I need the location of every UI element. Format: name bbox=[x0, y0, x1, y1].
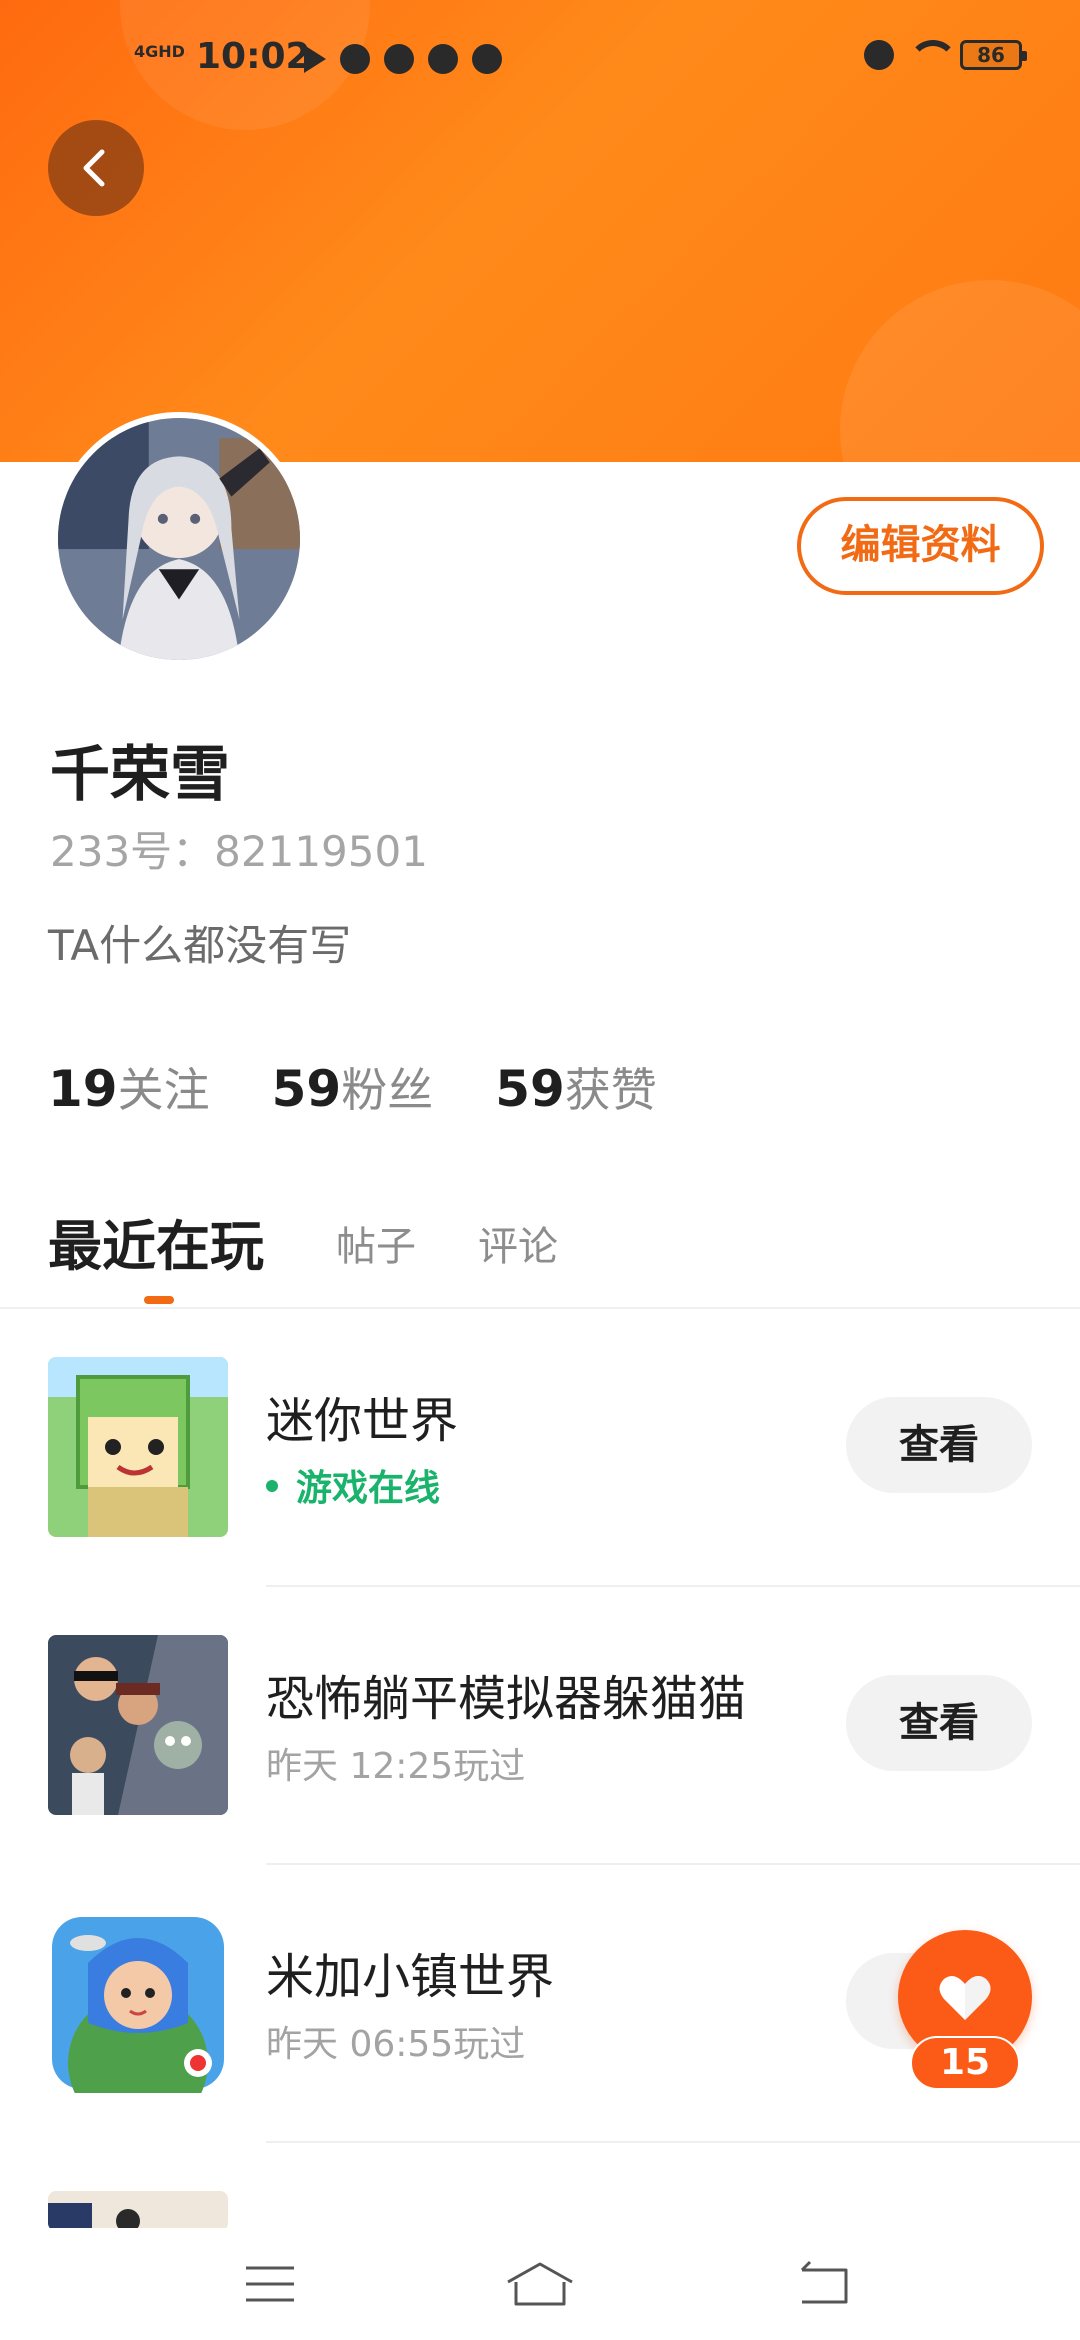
game-icon-image bbox=[48, 1913, 228, 2093]
online-dot-icon bbox=[266, 1480, 278, 1492]
home-icon[interactable] bbox=[504, 2256, 576, 2312]
stat-number: 59 bbox=[271, 1060, 342, 1118]
stat-followers[interactable]: 59粉丝 bbox=[272, 1054, 434, 1120]
profile-id: 233号：82119501 bbox=[50, 827, 428, 876]
profile-tabs: 最近在玩 帖子 评论 bbox=[48, 1202, 1048, 1312]
tab-posts[interactable]: 帖子 bbox=[336, 1214, 416, 1272]
stat-label: 关注 bbox=[117, 1063, 210, 1117]
avatar[interactable] bbox=[52, 412, 306, 666]
game-icon-image bbox=[48, 2191, 228, 2228]
app-notification-icon bbox=[340, 44, 370, 74]
back-button[interactable] bbox=[48, 120, 144, 216]
wifi-icon bbox=[908, 40, 958, 70]
system-navigation-bar bbox=[0, 2228, 1080, 2340]
battery-icon: 86 bbox=[960, 40, 1027, 70]
stat-number: 59 bbox=[495, 1060, 565, 1118]
tab-recently-played[interactable]: 最近在玩 bbox=[48, 1202, 264, 1281]
stat-label: 粉丝 bbox=[341, 1063, 434, 1117]
menu-icon[interactable] bbox=[242, 2256, 298, 2312]
stat-following[interactable]: 19关注 bbox=[48, 1054, 210, 1120]
notification-icons bbox=[304, 44, 502, 74]
edit-profile-button[interactable]: 编辑资料 bbox=[797, 497, 1044, 595]
play-notification-icon bbox=[304, 45, 326, 73]
game-icon-image bbox=[48, 1635, 228, 1815]
chevron-left-icon bbox=[83, 149, 105, 187]
game-last-played: 昨天 12:25玩过 bbox=[266, 1746, 526, 1787]
video-notification-icon bbox=[472, 44, 502, 74]
heart-icon bbox=[939, 1975, 991, 2020]
like-count-badge: 15 bbox=[910, 2036, 1020, 2090]
game-title: 迷你世界 bbox=[266, 1393, 459, 1449]
view-button[interactable]: 查看 bbox=[846, 1675, 1032, 1771]
message-notification-icon bbox=[384, 44, 414, 74]
game-title: 米加小镇世界 bbox=[266, 1949, 555, 2005]
flame-notification-icon bbox=[428, 44, 458, 74]
game-last-played: 昨天 06:55玩过 bbox=[266, 2024, 526, 2065]
status-bar: 4GHD 10:02 86 bbox=[0, 30, 1080, 90]
back-nav-icon[interactable] bbox=[796, 2256, 852, 2312]
system-icons: 86 bbox=[864, 40, 1027, 70]
game-icon-image bbox=[48, 1357, 228, 1537]
profile-bio: TA什么都没有写 bbox=[48, 921, 352, 970]
list-item[interactable]: 迷你世界 游戏在线 查看 bbox=[0, 1309, 1080, 1587]
game-status: 游戏在线 bbox=[266, 1459, 440, 1511]
stat-likes[interactable]: 59获赞 bbox=[495, 1054, 657, 1120]
profile-name: 千荣雪 bbox=[50, 740, 230, 810]
banner-decoration bbox=[840, 280, 1080, 462]
list-item[interactable]: 恐怖躺平模拟器躲猫猫 昨天 12:25玩过 查看 bbox=[0, 1587, 1080, 1865]
network-indicator: 4GHD bbox=[134, 42, 185, 61]
alarm-icon bbox=[864, 40, 894, 70]
profile-stats: 19关注 59粉丝 59获赞 bbox=[48, 1054, 719, 1120]
clock: 10:02 bbox=[196, 36, 311, 77]
game-title: 恐怖躺平模拟器躲猫猫 bbox=[266, 1671, 747, 1727]
game-status-text: 游戏在线 bbox=[296, 1468, 441, 1509]
tab-comments[interactable]: 评论 bbox=[478, 1214, 558, 1272]
list-item[interactable] bbox=[0, 2143, 1080, 2228]
avatar-image bbox=[58, 418, 300, 660]
stat-number: 19 bbox=[48, 1060, 118, 1118]
active-tab-indicator bbox=[144, 1296, 174, 1304]
stat-label: 获赞 bbox=[564, 1063, 657, 1117]
view-button[interactable]: 查看 bbox=[846, 1397, 1032, 1493]
